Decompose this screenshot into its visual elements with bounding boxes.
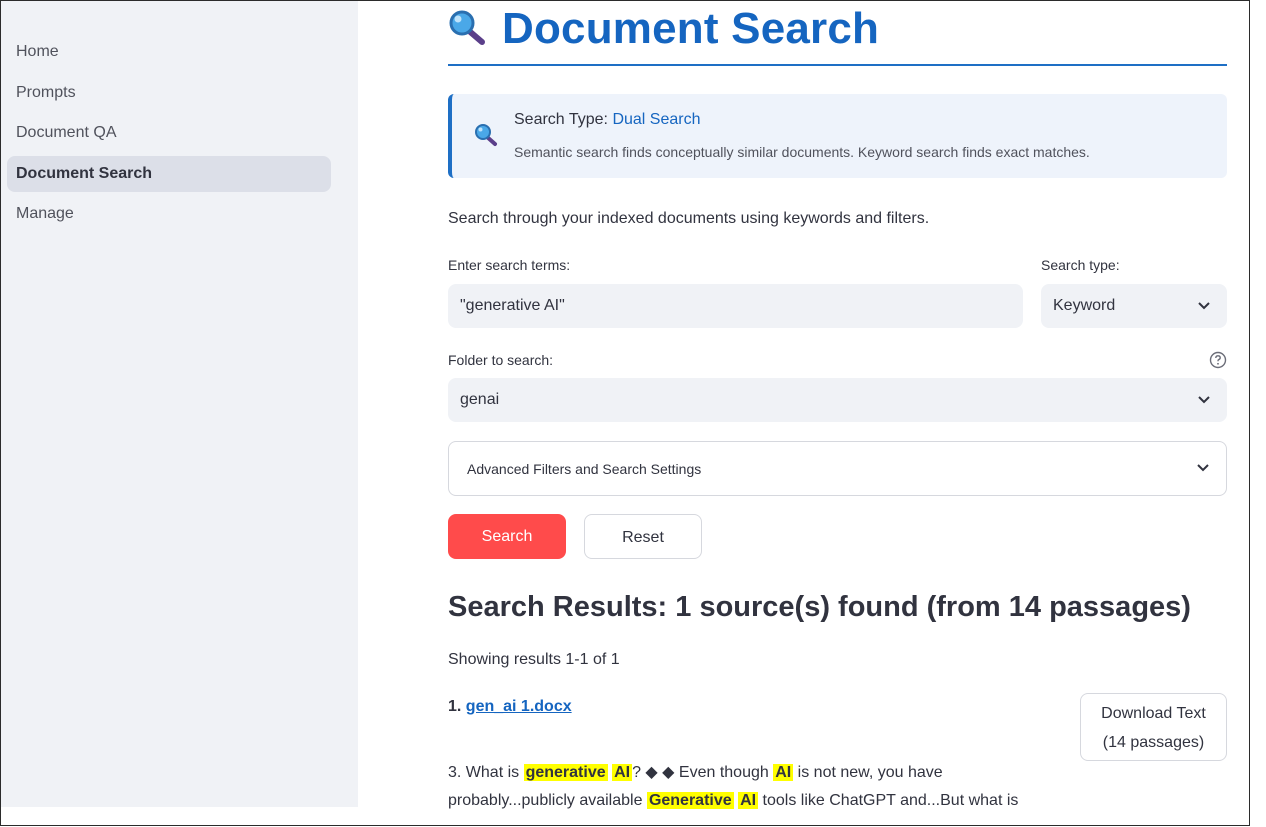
info-search-type-value: Dual Search [612, 111, 701, 128]
magnifying-glass-icon [475, 124, 497, 146]
snippet-text: tools like ChatGPT and...But what is [758, 792, 1019, 809]
help-icon[interactable] [1209, 351, 1227, 369]
info-title: Search Type: Dual Search [514, 111, 700, 129]
result-snippet: 3. What is generative AI? ◆ ◆ Even thoug… [448, 759, 1068, 815]
sidebar: Home Prompts Document QA Document Search… [1, 1, 358, 807]
snippet-text: ? ◆ ◆ Even though [632, 764, 774, 781]
page-title: Document Search [502, 4, 880, 53]
snippet-highlight: AI [773, 764, 794, 781]
sidebar-item-document-search[interactable]: Document Search [7, 156, 331, 192]
chevron-down-icon [1197, 464, 1209, 472]
info-label: Search Type: [514, 111, 613, 128]
snippet-highlight: generative [523, 764, 608, 781]
result-index: 1. [448, 698, 466, 715]
folder-select[interactable]: genai [448, 378, 1227, 422]
results-count: Showing results 1-1 of 1 [448, 651, 620, 668]
result-file-link[interactable]: gen_ai 1.docx [466, 698, 572, 715]
download-label: Download Text [1101, 705, 1206, 722]
folder-value: genai [460, 391, 500, 408]
results-title: Search Results: 1 source(s) found (from … [448, 591, 1191, 623]
snippet-highlight: AI [612, 764, 633, 781]
page-header: Document Search [448, 3, 879, 55]
intro-text: Search through your indexed documents us… [448, 210, 930, 227]
chevron-down-icon [1198, 396, 1210, 404]
search-button[interactable]: Search [448, 514, 566, 559]
app-window: Home Prompts Document QA Document Search… [0, 0, 1250, 826]
advanced-filters-label: Advanced Filters and Search Settings [467, 461, 702, 477]
search-type-select[interactable]: Keyword [1041, 284, 1227, 328]
search-type-info-box: Search Type: Dual Search Semantic search… [448, 94, 1227, 178]
sidebar-item-prompts[interactable]: Prompts [7, 75, 331, 111]
folder-label: Folder to search: [448, 352, 554, 368]
sidebar-item-home[interactable]: Home [7, 34, 331, 70]
snippet-highlight: Generative [646, 792, 734, 809]
download-passage-count: (14 passages) [1102, 734, 1205, 751]
advanced-filters-expander[interactable]: Advanced Filters and Search Settings [448, 441, 1227, 496]
search-terms-label: Enter search terms: [448, 257, 571, 273]
search-input[interactable]: "generative AI" [448, 284, 1023, 328]
title-divider [448, 64, 1227, 66]
search-type-label: Search type: [1041, 257, 1120, 273]
magnifying-glass-icon [449, 10, 485, 45]
sidebar-item-document-qa[interactable]: Document QA [7, 115, 331, 151]
info-description: Semantic search finds conceptually simil… [514, 144, 1090, 160]
snippet-text: 3. What is [448, 764, 524, 781]
sidebar-item-manage[interactable]: Manage [7, 196, 331, 232]
result-header: 1. gen_ai 1.docx [448, 698, 572, 716]
download-text-button[interactable]: Download Text (14 passages) [1080, 693, 1227, 761]
chevron-down-icon [1198, 302, 1210, 310]
snippet-highlight: AI [738, 792, 759, 809]
reset-button[interactable]: Reset [584, 514, 702, 559]
search-type-value: Keyword [1053, 297, 1116, 314]
search-input-value: "generative AI" [460, 297, 565, 314]
